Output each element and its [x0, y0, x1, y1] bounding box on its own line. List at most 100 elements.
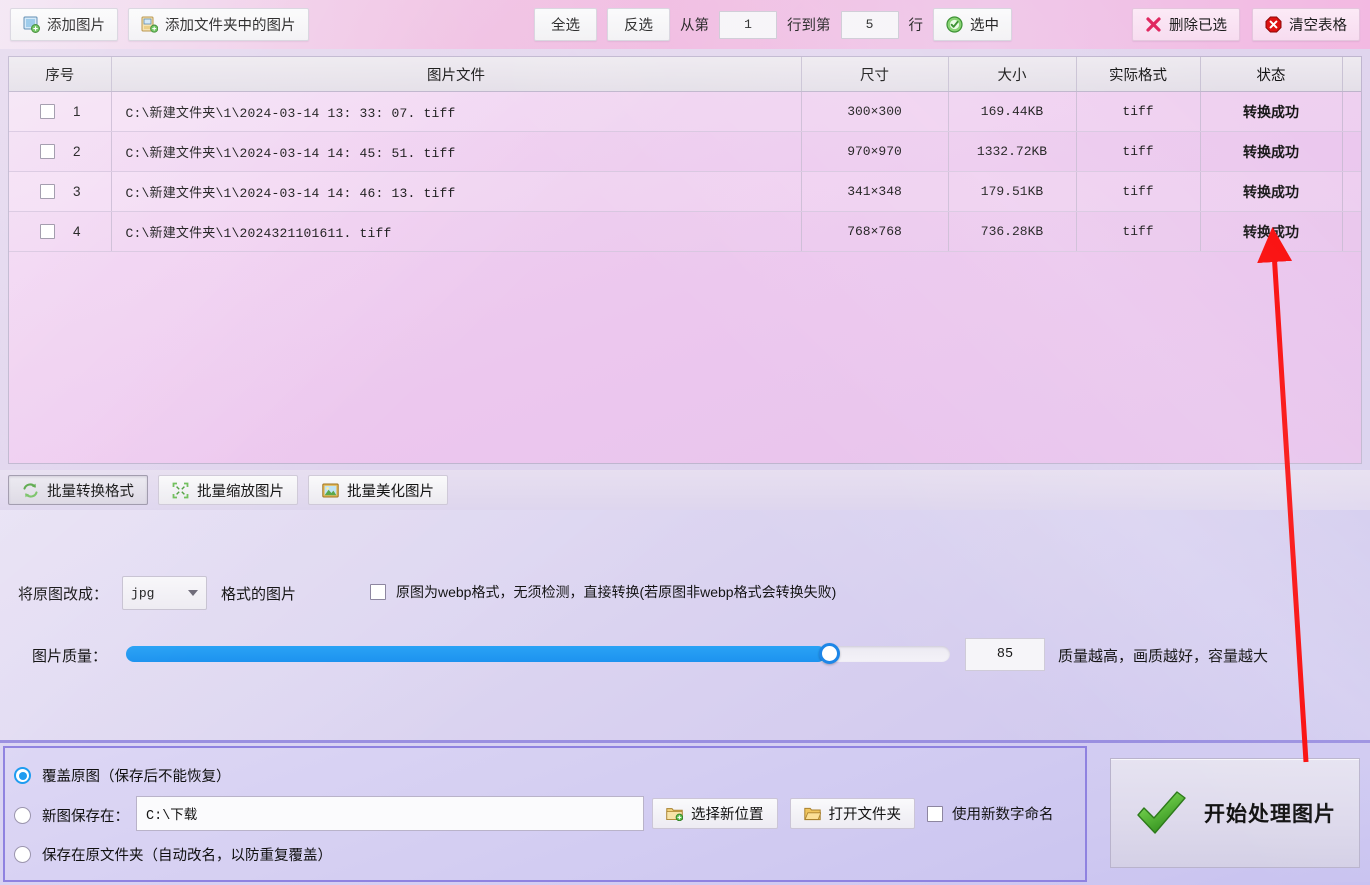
webp-checkbox[interactable] [370, 584, 386, 600]
tab-batch-beautify-image[interactable]: 批量美化图片 [308, 475, 448, 505]
format-select-row: 将原图改成： jpg 格式的图片 [18, 576, 296, 610]
save-option-overwrite[interactable]: 覆盖原图（保存后不能恢复） [14, 765, 231, 786]
row-checkbox[interactable] [40, 224, 55, 239]
toolbar-middle-group: 全选 反选 从第 1 行到第 5 行 选中 [534, 8, 1012, 41]
tab-batch-convert-format[interactable]: 批量转换格式 [8, 475, 148, 505]
red-octagon-x-icon [1265, 16, 1282, 33]
choose-new-location-button[interactable]: 选择新位置 [652, 798, 778, 829]
from-row-input[interactable]: 1 [719, 11, 777, 39]
cell-format: tiff [1076, 132, 1200, 172]
cell-dimensions: 300×300 [801, 92, 948, 132]
quality-slider[interactable] [126, 646, 950, 662]
open-folder-button[interactable]: 打开文件夹 [790, 798, 916, 829]
select-all-button[interactable]: 全选 [534, 8, 597, 41]
column-header-dimensions[interactable]: 尺寸 [801, 57, 948, 92]
cell-status: 转换成功 [1200, 132, 1342, 172]
resize-corners-icon [172, 482, 189, 499]
row-checkbox[interactable] [40, 184, 55, 199]
save-path-input[interactable]: C:\下载 [136, 796, 644, 831]
select-range-button[interactable]: 选中 [933, 8, 1012, 41]
chevron-down-icon [188, 590, 198, 596]
cell-dimensions: 970×970 [801, 132, 948, 172]
column-header-status[interactable]: 状态 [1200, 57, 1342, 92]
cell-dimensions: 768×768 [801, 212, 948, 252]
overwrite-label: 覆盖原图（保存后不能恢复） [42, 765, 231, 786]
cell-status: 转换成功 [1200, 92, 1342, 132]
tab-batch-resize-image[interactable]: 批量缩放图片 [158, 475, 298, 505]
row-checkbox[interactable] [40, 104, 55, 119]
add-image-button[interactable]: 添加图片 [10, 8, 118, 41]
target-format-select[interactable]: jpg [122, 576, 207, 610]
green-check-circle-icon [946, 16, 963, 33]
quality-value-input[interactable]: 85 [965, 638, 1045, 671]
folder-add-icon [666, 806, 683, 821]
from-row-label: 从第 [680, 14, 709, 35]
toolbar-left-group: 添加图片 添加文件夹中的图片 [10, 8, 309, 41]
top-toolbar: 添加图片 添加文件夹中的图片 全选 [0, 0, 1370, 49]
tab-label: 批量缩放图片 [197, 480, 284, 501]
table-row[interactable]: 2 C:\新建文件夹\1\2024-03-14 14: 45: 51. tiff… [9, 132, 1361, 172]
row-index: 3 [73, 184, 81, 199]
start-processing-button[interactable]: 开始处理图片 [1110, 758, 1360, 868]
folder-open-icon [804, 806, 821, 821]
table-body: 1 C:\新建文件夹\1\2024-03-14 13: 33: 07. tiff… [9, 92, 1361, 252]
invert-selection-button[interactable]: 反选 [607, 8, 670, 41]
cell-filesize: 169.44KB [948, 92, 1076, 132]
save-option-same-folder[interactable]: 保存在原文件夹（自动改名，以防重复覆盖） [14, 844, 332, 865]
row-index: 2 [73, 144, 81, 159]
settings-gloss [0, 510, 1370, 740]
column-header-actual-format[interactable]: 实际格式 [1076, 57, 1200, 92]
table-row[interactable]: 4 C:\新建文件夹\1\2024321101611. tiff 768×768… [9, 212, 1361, 252]
quality-hint-text: 质量越高，画质越好，容量越大 [1058, 645, 1268, 666]
cell-status: 转换成功 [1200, 172, 1342, 212]
table-head: 序号 图片文件 尺寸 大小 实际格式 状态 [9, 57, 1361, 92]
add-folder-image-icon [141, 16, 158, 33]
table-row[interactable]: 1 C:\新建文件夹\1\2024-03-14 13: 33: 07. tiff… [9, 92, 1361, 132]
same-folder-radio[interactable] [14, 846, 31, 863]
cell-format: tiff [1076, 92, 1200, 132]
add-folder-images-button[interactable]: 添加文件夹中的图片 [128, 8, 309, 41]
start-processing-label: 开始处理图片 [1204, 798, 1336, 828]
column-header-file[interactable]: 图片文件 [111, 57, 801, 92]
choose-new-location-label: 选择新位置 [691, 803, 764, 824]
cell-dimensions: 341×348 [801, 172, 948, 212]
cell-seq: 3 [9, 172, 111, 212]
green-check-icon [1134, 789, 1188, 837]
delete-selected-label: 删除已选 [1169, 14, 1227, 35]
red-x-icon [1145, 16, 1162, 33]
row-suffix-label: 行 [909, 14, 924, 35]
quality-slider-fill [126, 646, 826, 662]
cell-filepath: C:\新建文件夹\1\2024-03-14 14: 45: 51. tiff [111, 132, 801, 172]
clear-table-button[interactable]: 清空表格 [1252, 8, 1360, 41]
convert-settings-panel: 将原图改成： jpg 格式的图片 原图为webp格式，无须检测，直接转换(若原图… [0, 510, 1370, 740]
cell-seq: 1 [9, 92, 111, 132]
row-checkbox[interactable] [40, 144, 55, 159]
number-naming-checkbox[interactable] [927, 806, 943, 822]
cell-seq: 4 [9, 212, 111, 252]
file-list-table-container[interactable]: 序号 图片文件 尺寸 大小 实际格式 状态 1 [8, 56, 1362, 464]
quality-slider-knob[interactable] [819, 643, 840, 664]
delete-selected-button[interactable]: 删除已选 [1132, 8, 1240, 41]
add-image-label: 添加图片 [47, 14, 105, 35]
use-number-naming-option[interactable]: 使用新数字命名 [927, 803, 1054, 824]
toolbar-right-group: 删除已选 清空表格 [1132, 8, 1360, 41]
table-row[interactable]: 3 C:\新建文件夹\1\2024-03-14 14: 46: 13. tiff… [9, 172, 1361, 212]
column-header-filesize[interactable]: 大小 [948, 57, 1076, 92]
image-batch-converter-window: 添加图片 添加文件夹中的图片 全选 [0, 0, 1370, 882]
format-suffix-label: 格式的图片 [221, 583, 296, 604]
new-path-radio[interactable] [14, 807, 31, 824]
table-header-row: 序号 图片文件 尺寸 大小 实际格式 状态 [9, 57, 1361, 92]
column-header-seq[interactable]: 序号 [9, 57, 111, 92]
webp-direct-convert-option[interactable]: 原图为webp格式，无须检测，直接转换(若原图非webp格式会转换失败) [370, 582, 836, 602]
tab-label: 批量美化图片 [347, 480, 434, 501]
cell-filepath: C:\新建文件夹\1\2024321101611. tiff [111, 212, 801, 252]
overwrite-radio[interactable] [14, 767, 31, 784]
to-row-input[interactable]: 5 [841, 11, 899, 39]
mode-tab-strip: 批量转换格式 批量缩放图片 [0, 470, 1370, 510]
cell-filesize: 179.51KB [948, 172, 1076, 212]
cell-spacer [1342, 212, 1361, 252]
save-option-new-path[interactable]: 新图保存在： [14, 805, 129, 826]
cell-seq: 2 [9, 132, 111, 172]
select-all-label: 全选 [551, 14, 580, 35]
number-naming-label: 使用新数字命名 [952, 803, 1054, 824]
